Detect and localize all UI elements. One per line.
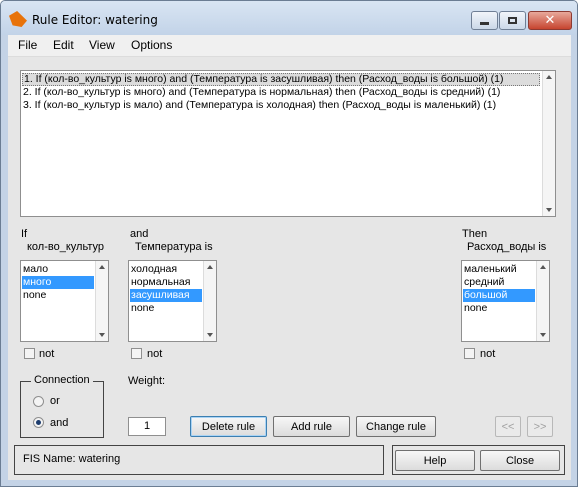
close-icon: ✕ [544, 13, 556, 28]
antecedent1-not-label: not [39, 348, 55, 360]
list-item[interactable]: мало [22, 263, 94, 276]
matlab-icon [9, 11, 27, 27]
next-rule-button[interactable]: >> [527, 416, 553, 437]
if-label: If [21, 228, 28, 240]
scroll-up-icon[interactable] [207, 265, 213, 269]
window-title: Rule Editor: watering [32, 13, 158, 27]
status-panel: FIS Name: watering [14, 445, 384, 475]
connection-title: Connection [31, 374, 93, 386]
add-rule-button[interactable]: Add rule [273, 416, 350, 437]
connection-and-radio[interactable] [33, 417, 44, 428]
list-item[interactable]: холодная [130, 263, 202, 276]
list-item[interactable]: большой [463, 289, 535, 302]
scroll-up-icon[interactable] [99, 265, 105, 269]
consequent-variable-label: Расход_воды is [467, 241, 547, 253]
antecedent1-listbox[interactable]: мало много none [20, 260, 109, 342]
list-item[interactable]: засушливая [130, 289, 202, 302]
minimize-icon [480, 22, 489, 25]
antecedent2-listbox[interactable]: холодная нормальная засушливая none [128, 260, 217, 342]
antecedent2-variable-label: Температура is [135, 241, 213, 253]
help-button[interactable]: Help [395, 450, 475, 471]
list-item[interactable]: нормальная [130, 276, 202, 289]
client-area: File Edit View Options 1. If (кол-во_кул… [8, 35, 571, 480]
antecedent2-scrollbar[interactable] [203, 261, 216, 341]
maximize-icon [508, 17, 517, 24]
change-rule-button[interactable]: Change rule [356, 416, 436, 437]
menu-file[interactable]: File [18, 38, 37, 52]
scroll-down-icon[interactable] [546, 208, 552, 212]
scroll-down-icon[interactable] [540, 333, 546, 337]
then-label: Then [462, 228, 488, 240]
rule-row-1[interactable]: 1. If (кол-во_культур is много) and (Тем… [22, 73, 540, 86]
rule-row-2[interactable]: 2. If (кол-во_культур is много) and (Тем… [22, 86, 541, 99]
minimize-button[interactable] [471, 11, 498, 30]
delete-rule-button[interactable]: Delete rule [190, 416, 267, 437]
list-item[interactable]: none [130, 302, 202, 315]
scroll-down-icon[interactable] [207, 333, 213, 337]
connection-or-label: or [50, 395, 60, 407]
connection-or-radio[interactable] [33, 396, 44, 407]
antecedent2-not-checkbox[interactable] [131, 348, 142, 359]
antecedent1-variable-label: кол-во_культур [27, 241, 104, 253]
list-item[interactable]: много [22, 276, 94, 289]
list-item[interactable]: маленький [463, 263, 535, 276]
menu-view[interactable]: View [89, 38, 115, 52]
connection-and-label: and [50, 417, 69, 429]
maximize-button[interactable] [499, 11, 526, 30]
antecedent1-scrollbar[interactable] [95, 261, 108, 341]
close-window-button[interactable]: ✕ [528, 11, 572, 30]
list-item[interactable]: none [22, 289, 94, 302]
close-button[interactable]: Close [480, 450, 560, 471]
scroll-up-icon[interactable] [546, 75, 552, 79]
antecedent1-not-checkbox[interactable] [24, 348, 35, 359]
menu-options[interactable]: Options [131, 38, 172, 52]
previous-rule-button[interactable]: << [495, 416, 521, 437]
consequent-not-checkbox[interactable] [464, 348, 475, 359]
list-item[interactable]: none [463, 302, 535, 315]
rule-row-3[interactable]: 3. If (кол-во_культур is мало) and (Темп… [22, 99, 541, 112]
consequent-listbox[interactable]: маленький средний большой none [461, 260, 550, 342]
fis-name-status: FIS Name: watering [23, 453, 121, 465]
scroll-down-icon[interactable] [99, 333, 105, 337]
title-bar[interactable]: Rule Editor: watering ✕ [1, 1, 577, 35]
radio-selected-dot [36, 420, 41, 425]
menu-edit[interactable]: Edit [53, 38, 74, 52]
and-label: and [130, 228, 149, 240]
consequent-scrollbar[interactable] [536, 261, 549, 341]
weight-input[interactable]: 1 [128, 417, 166, 436]
menu-bar: File Edit View Options [8, 35, 571, 57]
rule-editor-window: Rule Editor: watering ✕ File Edit View O… [0, 0, 578, 487]
connection-group [20, 381, 104, 438]
rules-scrollbar[interactable] [542, 71, 555, 216]
consequent-not-label: not [480, 348, 496, 360]
rules-list[interactable]: 1. If (кол-во_культур is много) and (Тем… [20, 70, 556, 217]
antecedent2-not-label: not [147, 348, 163, 360]
weight-label: Weight: [128, 375, 166, 387]
scroll-up-icon[interactable] [540, 265, 546, 269]
list-item[interactable]: средний [463, 276, 535, 289]
